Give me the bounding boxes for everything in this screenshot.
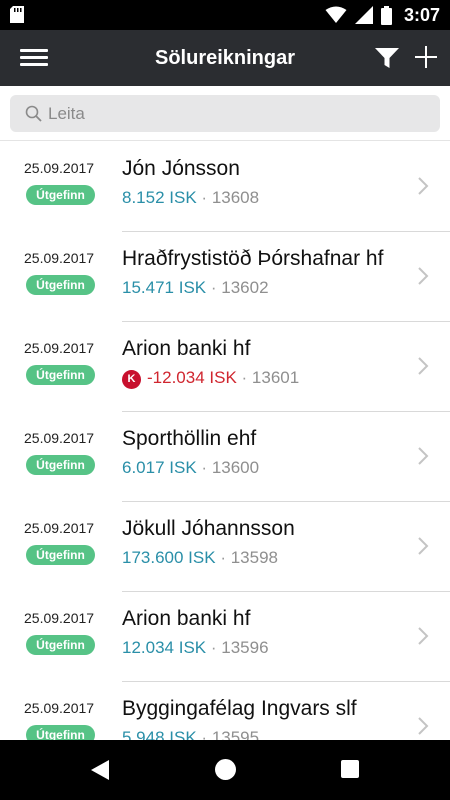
signal-icon bbox=[354, 6, 373, 24]
chevron-right-icon bbox=[418, 537, 429, 555]
invoice-row[interactable]: 25.09.2017 Útgefinn Byggingafélag Ingvar… bbox=[0, 682, 450, 740]
invoice-list: 25.09.2017 Útgefinn Jón Jónsson 8.152 IS… bbox=[0, 142, 450, 740]
invoice-number: 13595 bbox=[211, 728, 260, 740]
status-bar: 3:07 bbox=[0, 0, 450, 30]
status-badge: Útgefinn bbox=[26, 635, 95, 655]
invoice-details: 15.471 ISK · 13602 bbox=[122, 278, 269, 298]
invoice-date: 25.09.2017 bbox=[24, 250, 95, 266]
invoice-row[interactable]: 25.09.2017 Útgefinn Jökull Jóhannsson 17… bbox=[0, 502, 450, 592]
invoice-date: 25.09.2017 bbox=[24, 340, 95, 356]
back-icon[interactable] bbox=[89, 759, 111, 781]
invoice-number: 13596 bbox=[221, 638, 269, 657]
invoice-amount: -12.034 ISK bbox=[147, 368, 237, 387]
invoice-row[interactable]: 25.09.2017 Útgefinn Arion banki hf 12.03… bbox=[0, 592, 450, 682]
search-icon bbox=[25, 105, 42, 122]
customer-name: Byggingafélag Ingvars slf bbox=[122, 697, 357, 720]
invoice-date: 25.09.2017 bbox=[24, 610, 95, 626]
app-bar: Sölureikningar bbox=[0, 30, 450, 86]
chevron-right-icon bbox=[418, 177, 429, 195]
invoice-number: 13600 bbox=[211, 458, 260, 477]
filter-icon[interactable] bbox=[374, 46, 400, 70]
invoice-amount: 8.152 ISK bbox=[122, 188, 197, 207]
invoice-number: 13601 bbox=[251, 368, 300, 387]
status-time: 3:07 bbox=[403, 4, 440, 25]
search-box[interactable] bbox=[10, 95, 440, 132]
invoice-number: 13598 bbox=[230, 548, 278, 567]
invoice-row[interactable]: 25.09.2017 Útgefinn Hraðfrystistöð Þórsh… bbox=[0, 232, 450, 322]
invoice-amount: 6.017 ISK bbox=[122, 458, 197, 477]
invoice-date: 25.09.2017 bbox=[24, 430, 95, 446]
invoice-row[interactable]: 25.09.2017 Útgefinn Arion banki hf K -12.… bbox=[0, 322, 450, 412]
invoice-number: 13602 bbox=[221, 278, 269, 297]
customer-name: Jón Jónsson bbox=[122, 157, 240, 180]
customer-name: Sporthöllin ehf bbox=[122, 427, 257, 450]
invoice-details: 6.017 ISK · 13600 bbox=[122, 458, 259, 478]
chevron-right-icon bbox=[418, 357, 429, 375]
separator: · bbox=[210, 638, 217, 657]
separator: · bbox=[210, 278, 217, 297]
invoice-details: 5.948 ISK · 13595 bbox=[122, 728, 259, 740]
invoice-row[interactable]: 25.09.2017 Útgefinn Sporthöllin ehf 6.01… bbox=[0, 412, 450, 502]
status-badge: Útgefinn bbox=[26, 275, 95, 295]
status-badge: Útgefinn bbox=[26, 455, 95, 475]
invoice-amount: 15.471 ISK bbox=[122, 278, 207, 297]
invoice-date: 25.09.2017 bbox=[24, 700, 95, 716]
separator: · bbox=[201, 458, 208, 477]
battery-icon bbox=[380, 5, 392, 25]
invoice-date: 25.09.2017 bbox=[24, 160, 95, 176]
recents-icon[interactable] bbox=[341, 760, 359, 778]
system-nav-bar bbox=[0, 740, 450, 800]
invoice-details: K -12.034 ISK · 13601 bbox=[122, 368, 299, 389]
chevron-right-icon bbox=[418, 267, 429, 285]
search-input[interactable] bbox=[48, 95, 428, 132]
customer-name: Jökull Jóhannsson bbox=[122, 517, 295, 540]
separator: · bbox=[241, 368, 248, 387]
status-badge: Útgefinn bbox=[26, 185, 95, 205]
home-icon[interactable] bbox=[215, 759, 236, 780]
invoice-details: 8.152 ISK · 13608 bbox=[122, 188, 259, 208]
status-badge: Útgefinn bbox=[26, 545, 95, 565]
invoice-amount: 173.600 ISK bbox=[122, 548, 216, 567]
sd-card-icon bbox=[10, 6, 24, 23]
customer-name: Arion banki hf bbox=[122, 607, 251, 630]
invoice-details: 173.600 ISK · 13598 bbox=[122, 548, 278, 568]
wifi-icon bbox=[325, 6, 347, 23]
separator: · bbox=[201, 188, 208, 207]
invoice-number: 13608 bbox=[211, 188, 260, 207]
credit-note-icon: K bbox=[122, 370, 141, 389]
invoice-amount: 5.948 ISK bbox=[122, 728, 197, 740]
separator: · bbox=[220, 548, 226, 567]
invoice-amount: 12.034 ISK bbox=[122, 638, 207, 657]
customer-name: Hraðfrystistöð Þórshafnar hf bbox=[122, 247, 384, 270]
invoice-row[interactable]: 25.09.2017 Útgefinn Jón Jónsson 8.152 IS… bbox=[0, 142, 450, 232]
chevron-right-icon bbox=[418, 627, 429, 645]
customer-name: Arion banki hf bbox=[122, 337, 251, 360]
invoice-details: 12.034 ISK · 13596 bbox=[122, 638, 269, 658]
status-badge: Útgefinn bbox=[26, 365, 95, 385]
chevron-right-icon bbox=[418, 717, 429, 735]
search-bar bbox=[0, 86, 450, 141]
plus-icon[interactable] bbox=[414, 45, 438, 69]
invoice-date: 25.09.2017 bbox=[24, 520, 95, 536]
chevron-right-icon bbox=[418, 447, 429, 465]
separator: · bbox=[201, 728, 208, 740]
status-badge: Útgefinn bbox=[26, 725, 95, 740]
